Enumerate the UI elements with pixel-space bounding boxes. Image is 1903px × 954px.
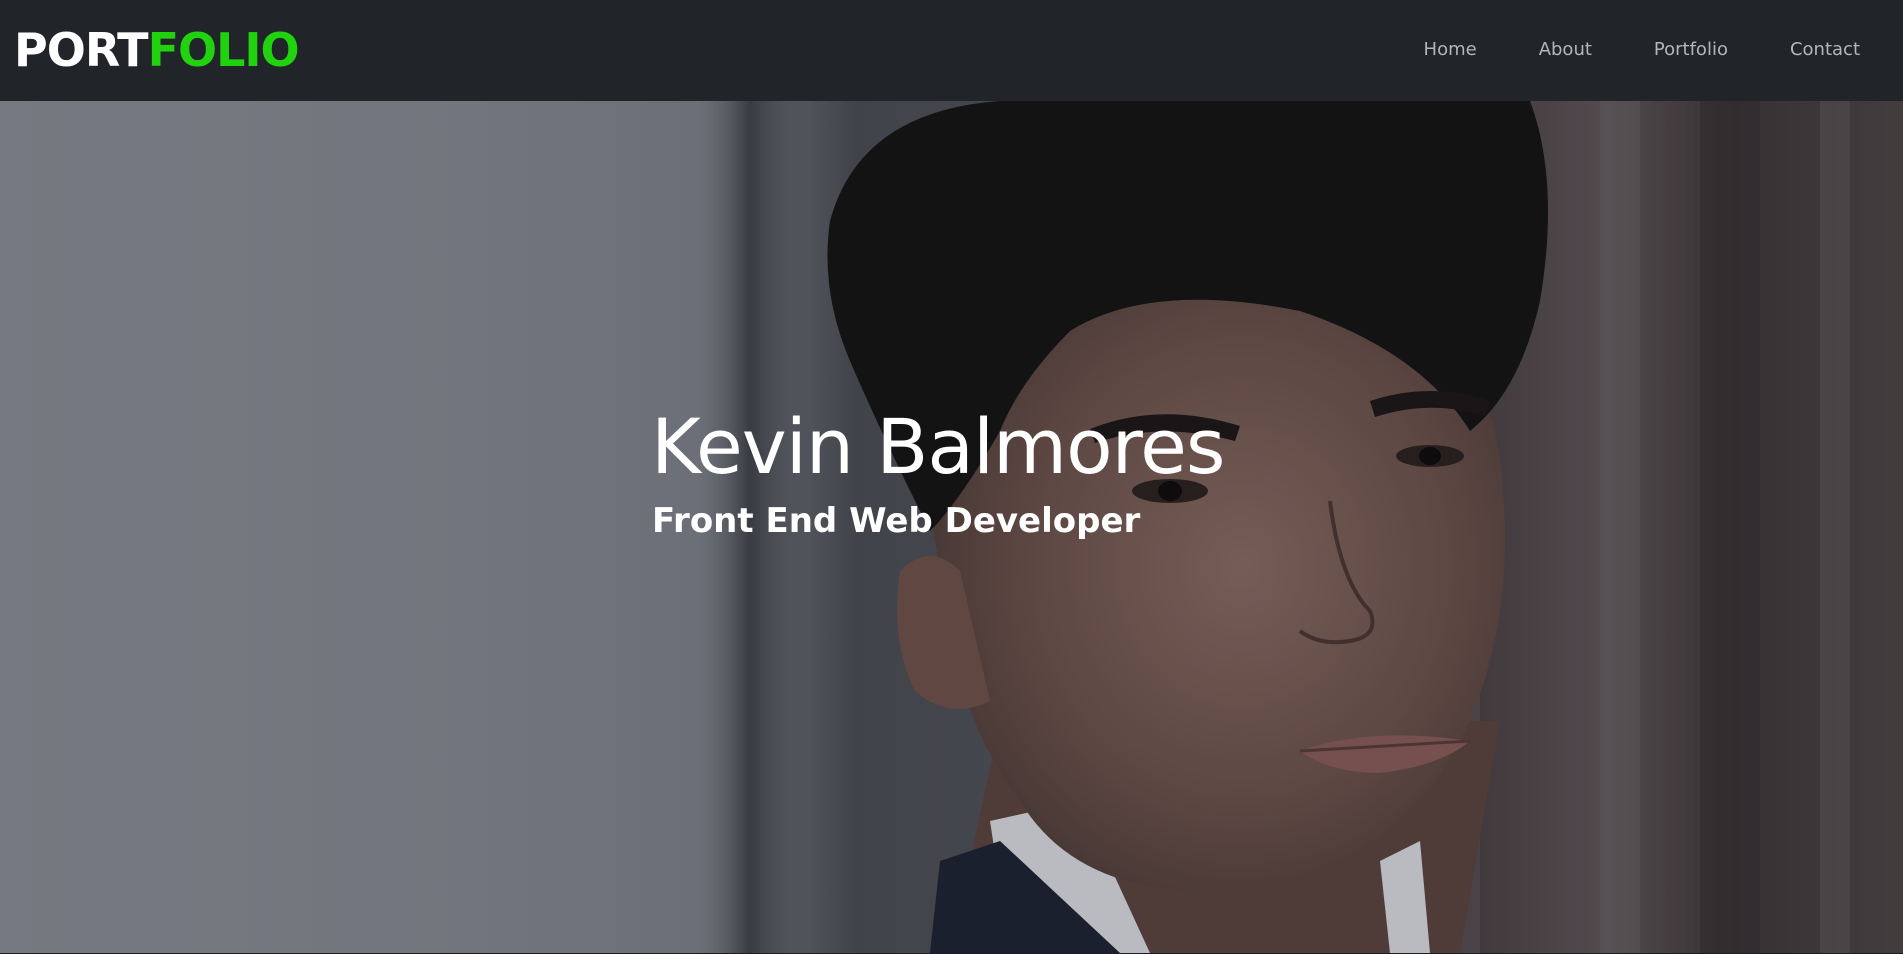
hero-section: Kevin Balmores Front End Web Developer: [0, 101, 1903, 953]
nav-link-portfolio[interactable]: Portfolio: [1654, 38, 1728, 62]
main-nav: Home About Portfolio Contact: [1424, 38, 1860, 62]
navbar: PORTFOLIO Home About Portfolio Contact: [0, 0, 1903, 101]
hero-role: Front End Web Developer: [652, 501, 1141, 541]
page: PORTFOLIO Home About Portfolio Contact K…: [0, 0, 1903, 954]
nav-link-home[interactable]: Home: [1424, 38, 1477, 62]
nav-link-about[interactable]: About: [1539, 38, 1592, 62]
logo-text-primary: PORT: [14, 23, 149, 77]
site-logo[interactable]: PORTFOLIO: [14, 22, 300, 78]
hero-name: Kevin Balmores: [651, 402, 1226, 491]
logo-text-accent: FOLIO: [147, 23, 300, 77]
nav-link-contact[interactable]: Contact: [1790, 38, 1860, 62]
